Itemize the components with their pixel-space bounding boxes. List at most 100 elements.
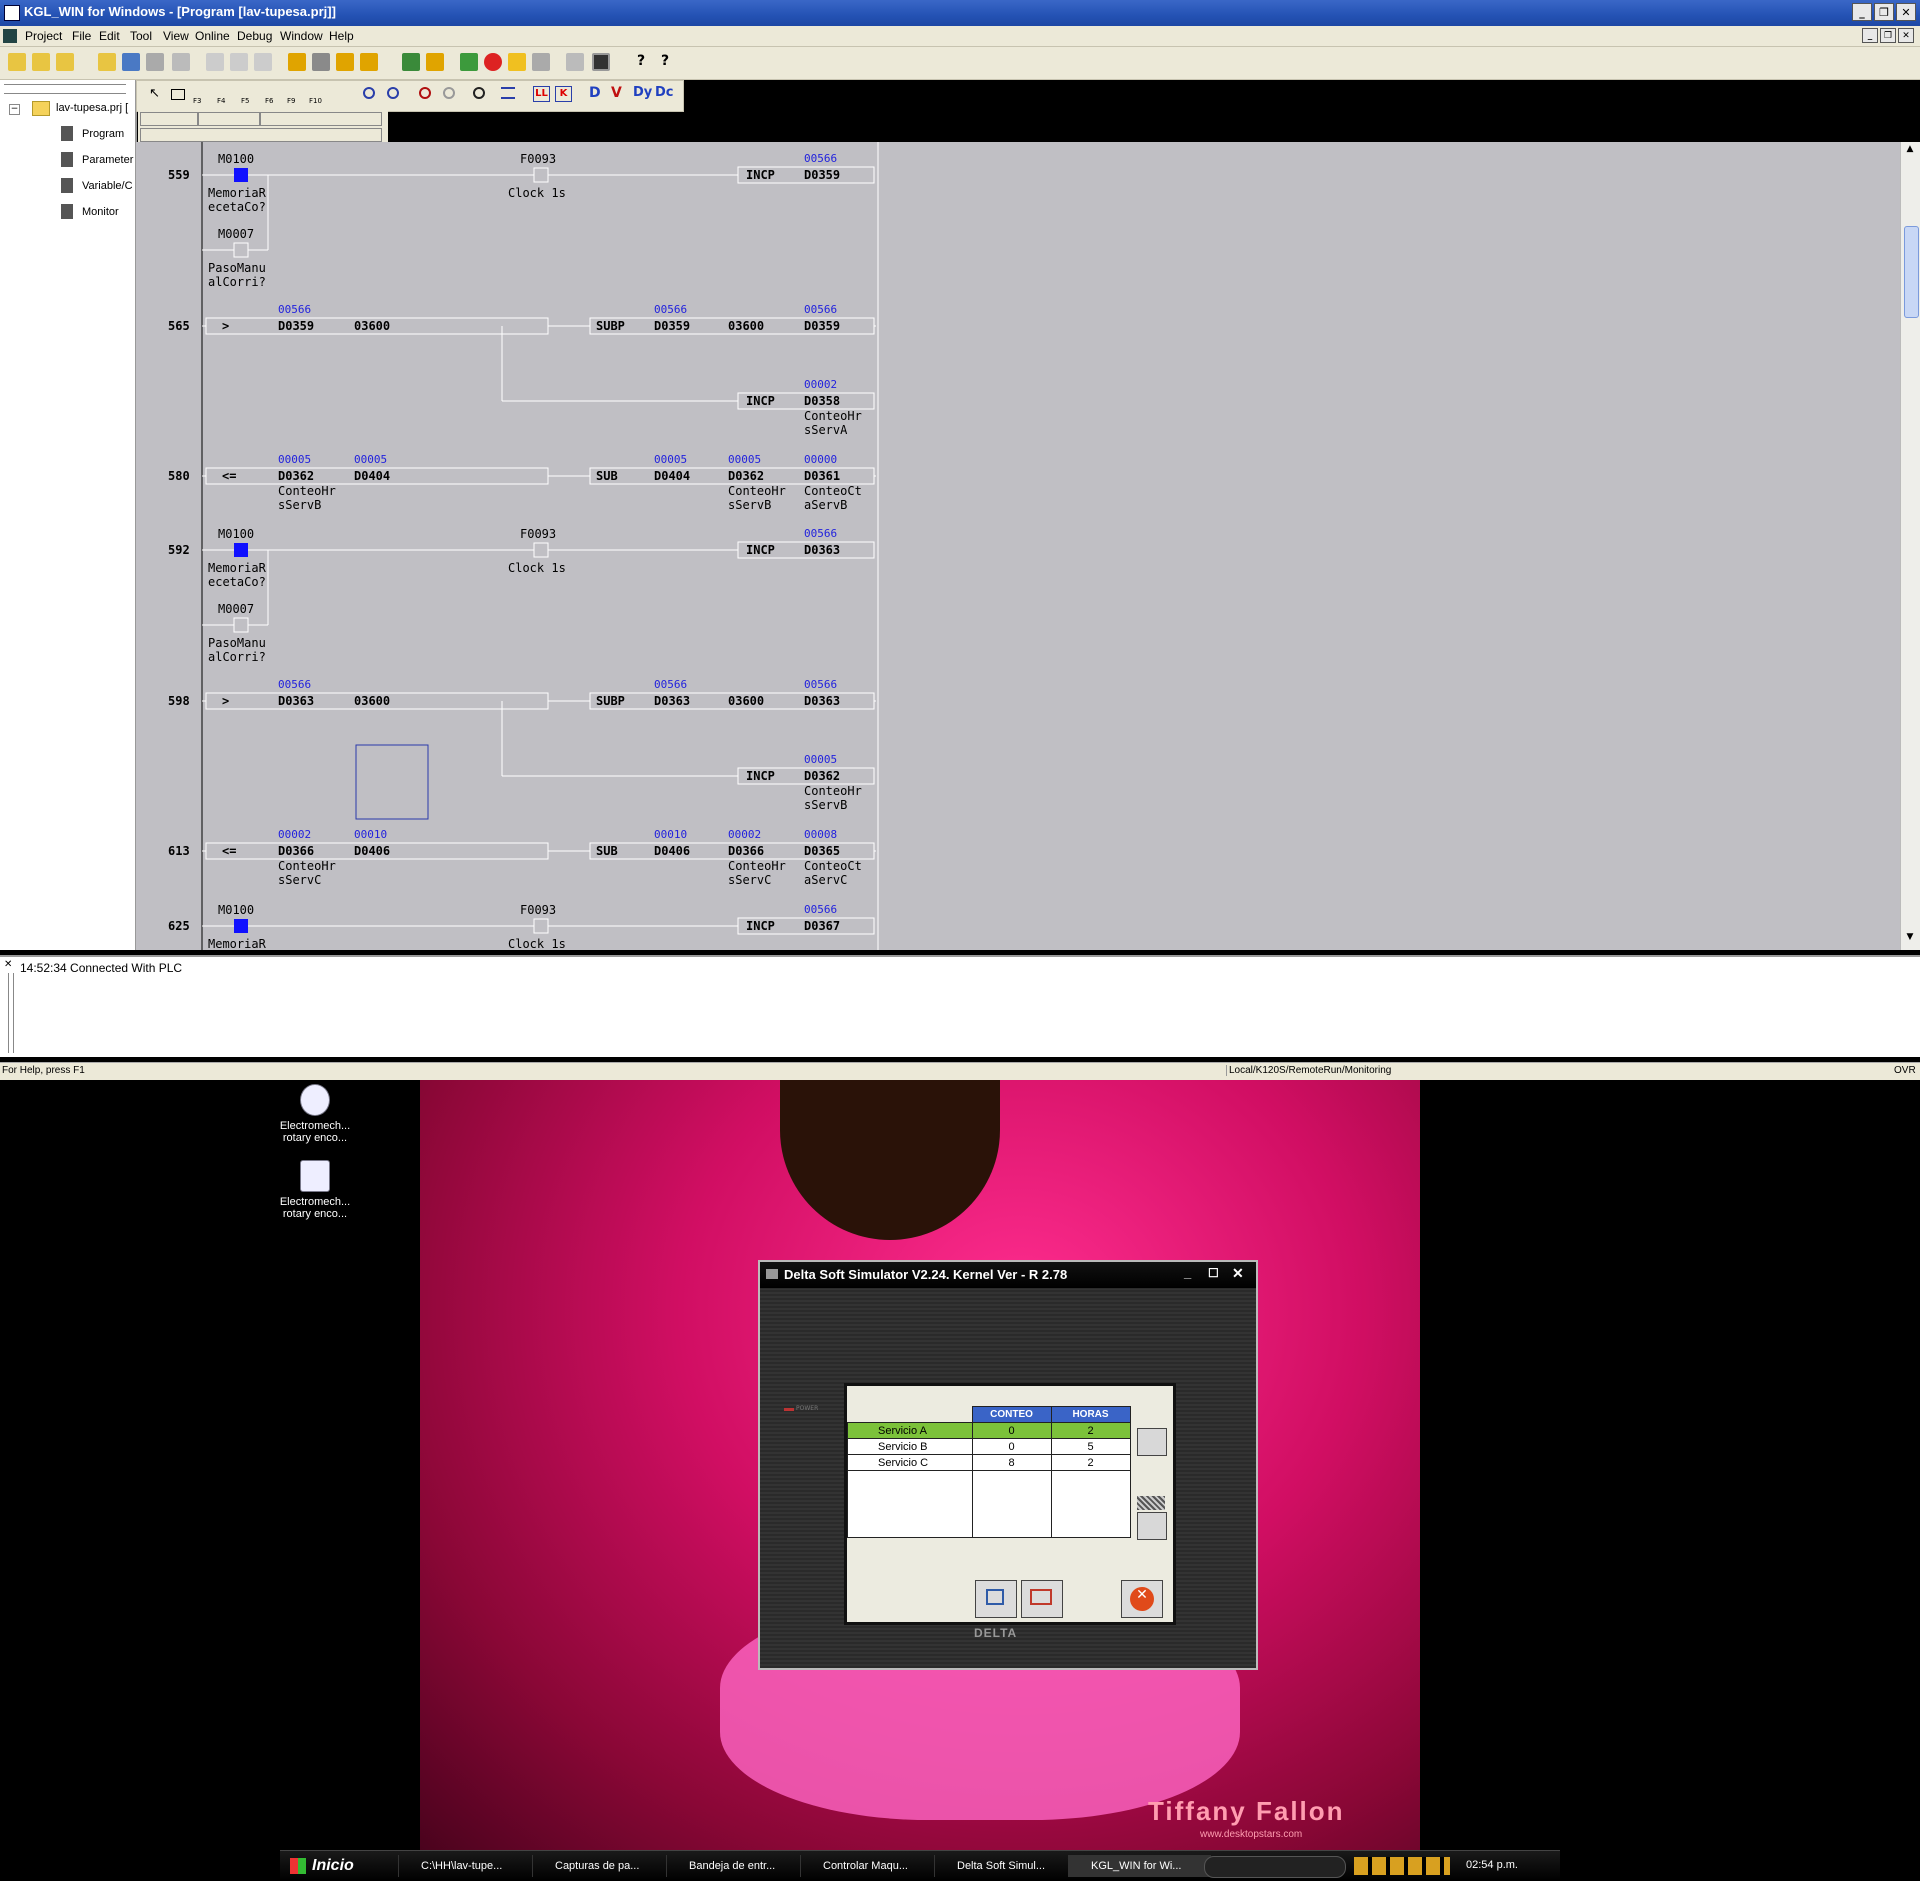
scroll-thumb[interactable] <box>1904 226 1919 318</box>
desktop-icon-1[interactable]: Electromech... rotary enco... <box>270 1084 360 1144</box>
rung-down-icon[interactable] <box>360 53 378 71</box>
open-project-icon[interactable] <box>32 53 50 71</box>
table-row[interactable]: Servicio A 0 2 <box>847 1422 1131 1439</box>
box-tool-icon[interactable] <box>171 89 185 100</box>
find-next-icon[interactable] <box>443 87 455 99</box>
task-bandeja[interactable]: Bandeja de entr... <box>666 1855 809 1877</box>
tab-3[interactable] <box>260 112 382 126</box>
open-program-icon[interactable] <box>122 53 140 71</box>
compile-icon[interactable] <box>402 53 420 71</box>
task-kgl-win[interactable]: KGL_WIN for Wi... <box>1068 1855 1211 1877</box>
simulator-close-button[interactable]: ✕ <box>1232 1265 1244 1282</box>
menu-file[interactable]: File <box>72 29 91 43</box>
maximize-button[interactable]: ❐ <box>1874 3 1894 21</box>
task-delta-simulator[interactable]: Delta Soft Simul... <box>934 1855 1077 1877</box>
jump-tool-icon[interactable]: K <box>555 86 572 102</box>
output-splitter[interactable] <box>8 973 14 1053</box>
menu-tool[interactable]: Tool <box>130 29 152 43</box>
key-f3-label[interactable]: F3 <box>193 97 201 105</box>
key-f6-label[interactable]: F6 <box>265 97 273 105</box>
cancel-button[interactable]: ✕ <box>1121 1580 1163 1618</box>
tree-panel-grip[interactable] <box>4 84 126 94</box>
new-project-icon[interactable] <box>8 53 26 71</box>
contact-m0100-on[interactable] <box>234 919 248 933</box>
tree-root-project[interactable]: lav-tupesa.prj [ <box>56 102 128 114</box>
simulator-minimize-button[interactable]: _ <box>1184 1265 1191 1280</box>
tree-item-program[interactable]: Program <box>82 128 124 140</box>
minimize-button[interactable]: _ <box>1852 3 1872 21</box>
menu-project[interactable]: Project <box>25 29 62 43</box>
rung-up-icon[interactable] <box>336 53 354 71</box>
simulator-maximize-button[interactable]: ☐ <box>1208 1266 1219 1280</box>
contact-f0093[interactable] <box>533 542 549 558</box>
menu-help[interactable]: Help <box>329 29 354 43</box>
zoom-out-icon[interactable] <box>387 87 399 99</box>
device-d-icon[interactable]: D <box>589 85 601 101</box>
key-f9-label[interactable]: F9 <box>287 97 295 105</box>
delete-table-button[interactable] <box>975 1580 1017 1618</box>
media-controls[interactable] <box>1204 1856 1346 1878</box>
tree-item-parameter[interactable]: Parameter <box>82 154 133 166</box>
tree-collapse-icon[interactable]: − <box>9 104 20 115</box>
menu-online[interactable]: Online <box>195 29 230 43</box>
device-dy-icon[interactable]: Dy <box>633 85 652 100</box>
contact-m0100-on[interactable] <box>234 168 248 182</box>
tab-4[interactable] <box>140 128 382 142</box>
pause-hand-icon[interactable] <box>508 53 526 71</box>
label-tool-icon[interactable]: LL <box>533 86 550 102</box>
device-dc-icon[interactable]: Dc <box>655 85 674 100</box>
tab-1[interactable] <box>140 112 198 126</box>
tree-item-variable[interactable]: Variable/C <box>82 180 133 192</box>
scroll-up-button[interactable] <box>1137 1428 1167 1456</box>
run-icon[interactable] <box>460 53 478 71</box>
help-icon[interactable]: ? <box>632 53 650 71</box>
tab-2[interactable] <box>198 112 260 126</box>
edit-cursor[interactable] <box>355 744 429 820</box>
contact-m0100-on[interactable] <box>234 543 248 557</box>
mdi-restore-button[interactable]: ❐ <box>1880 28 1896 43</box>
context-help-icon[interactable]: ? <box>656 53 674 71</box>
table-row[interactable]: Servicio C 8 2 <box>847 1454 1131 1471</box>
save-program-icon[interactable] <box>146 53 164 71</box>
menu-debug[interactable]: Debug <box>237 29 272 43</box>
scroll-down-button[interactable] <box>1137 1512 1167 1540</box>
new-program-icon[interactable] <box>98 53 116 71</box>
scroll-up-arrow-icon[interactable]: ▲ <box>1903 144 1917 158</box>
contact-m0007-off[interactable] <box>233 242 249 258</box>
stop-icon[interactable] <box>484 53 502 71</box>
comment-icon[interactable] <box>501 87 515 99</box>
download-icon[interactable] <box>426 53 444 71</box>
save-project-icon[interactable] <box>56 53 74 71</box>
zoom-fit-icon[interactable] <box>473 87 485 99</box>
start-button[interactable]: Inicio <box>286 1854 356 1878</box>
key-f10-label[interactable]: F10 <box>309 97 322 105</box>
menu-edit[interactable]: Edit <box>99 29 120 43</box>
select-arrow-icon[interactable]: ↖ <box>149 86 160 101</box>
cut-icon[interactable] <box>206 53 224 71</box>
print-icon[interactable] <box>172 53 190 71</box>
contact-f0093[interactable] <box>533 167 549 183</box>
paste-icon[interactable] <box>254 53 272 71</box>
task-capturas[interactable]: Capturas de pa... <box>532 1855 675 1877</box>
mdi-minimize-button[interactable]: _ <box>1862 28 1878 43</box>
monitor-window-icon[interactable] <box>592 53 610 71</box>
contact-f0093[interactable] <box>533 918 549 934</box>
task-explorer[interactable]: C:\HH\lav-tupe... <box>398 1855 541 1877</box>
find-icon[interactable] <box>419 87 431 99</box>
export-table-button[interactable] <box>1021 1580 1063 1618</box>
rung-delete-icon[interactable] <box>312 53 330 71</box>
copy-icon[interactable] <box>230 53 248 71</box>
key-f5-label[interactable]: F5 <box>241 97 249 105</box>
output-close-icon[interactable]: ✕ <box>4 959 12 970</box>
menu-view[interactable]: View <box>163 29 189 43</box>
tree-item-monitor[interactable]: Monitor <box>82 206 119 218</box>
menu-window[interactable]: Window <box>280 29 323 43</box>
task-controlar[interactable]: Controlar Maqu... <box>800 1855 943 1877</box>
zoom-in-icon[interactable] <box>363 87 375 99</box>
mdi-close-button[interactable]: ✕ <box>1898 28 1914 43</box>
scroll-down-arrow-icon[interactable]: ▼ <box>1903 932 1917 946</box>
monitor-icon[interactable] <box>566 53 584 71</box>
rung-insert-icon[interactable] <box>288 53 306 71</box>
vertical-scrollbar[interactable]: ▲ ▼ <box>1900 142 1920 950</box>
contact-m0007-off[interactable] <box>233 617 249 633</box>
